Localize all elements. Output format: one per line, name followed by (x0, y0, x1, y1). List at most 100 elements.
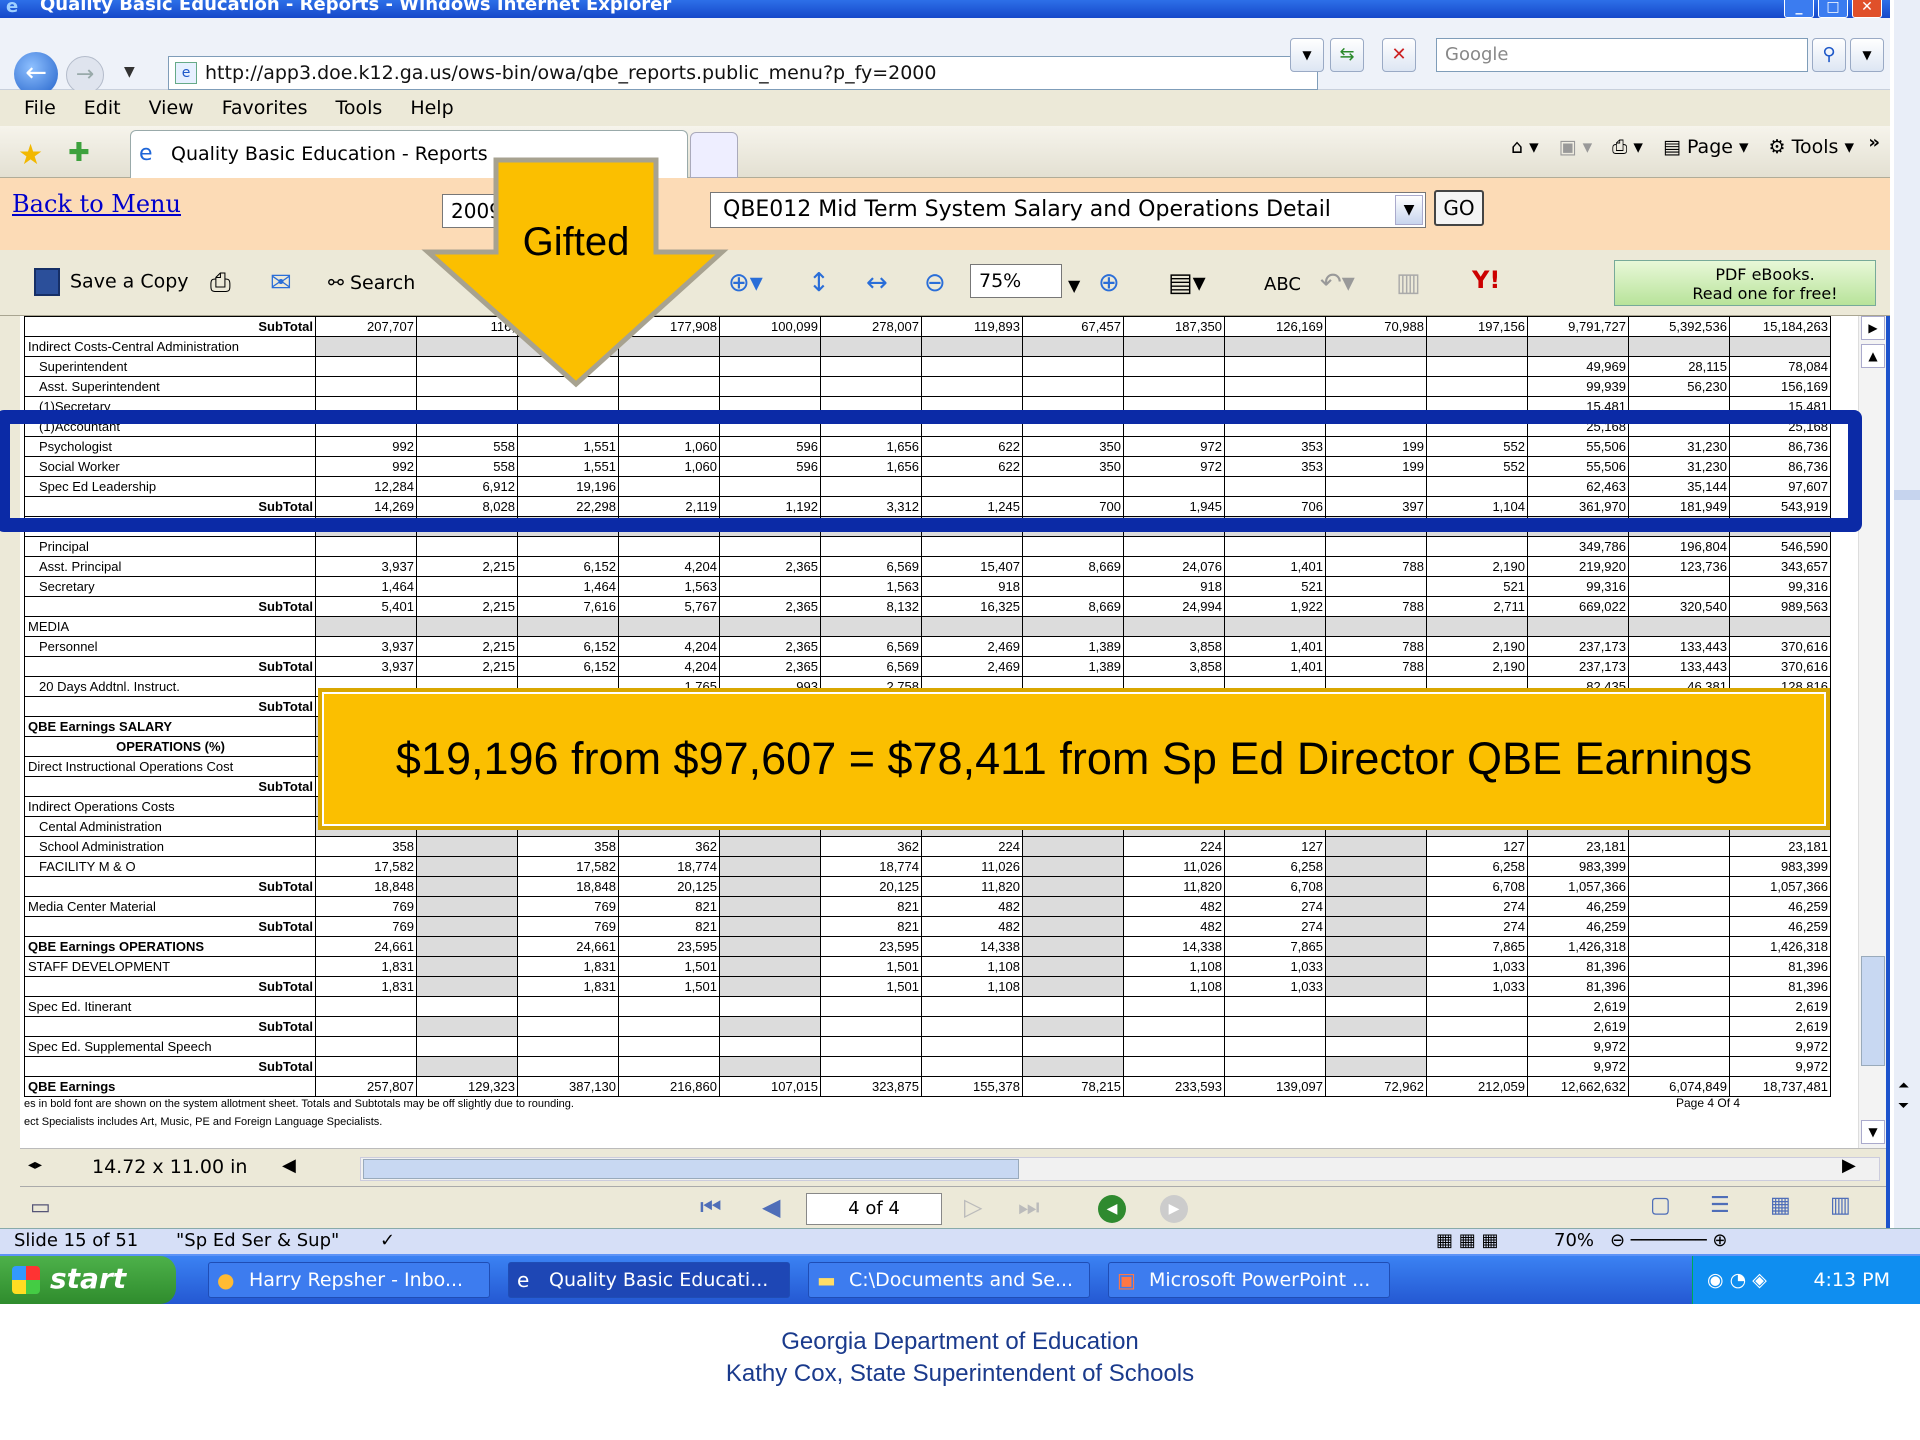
feeds-icon[interactable]: ▣ ▾ (1559, 136, 1593, 158)
add-favorite-icon[interactable]: ✚ (68, 138, 90, 168)
search-options-icon[interactable]: ▼ (1850, 38, 1884, 72)
menu-file[interactable]: File (0, 90, 70, 126)
table-row: SubTotal 9,972 9,972 (24, 1056, 1831, 1077)
menu-edit[interactable]: Edit (70, 90, 135, 126)
undo-icon[interactable]: ↶▾ (1320, 268, 1355, 298)
row-label: QBE Earnings (24, 1076, 316, 1097)
continuous-facing-icon[interactable]: ▥ (1830, 1193, 1851, 1218)
table-cell (517, 996, 619, 1017)
search-button[interactable]: ⚯ Search (328, 272, 415, 294)
print-icon[interactable]: ⎙ ▾ (1612, 136, 1643, 158)
first-page-icon[interactable]: ⏮ (700, 1193, 722, 1221)
zoom-out-icon[interactable]: ⊖ (924, 268, 946, 298)
email-icon[interactable]: ✉ (270, 268, 292, 298)
spellcheck-status-icon[interactable]: ✓ (380, 1229, 395, 1253)
powerpoint-status-bar: Slide 15 of 51 "Sp Ed Ser & Sup" ✓ ▦ ▦ ▦… (0, 1228, 1920, 1254)
report-select[interactable]: QBE012 Mid Term System Salary and Operat… (710, 192, 1426, 228)
table-cell: 362 (820, 836, 922, 857)
table-cell (416, 536, 518, 557)
back-view-icon[interactable]: ◀ (1098, 1195, 1126, 1223)
taskbar-item-ie[interactable]: e Quality Basic Educati... (508, 1262, 790, 1298)
menu-favorites[interactable]: Favorites (208, 90, 322, 126)
menu-view[interactable]: View (135, 90, 208, 126)
table-cell: 1,563 (820, 576, 922, 597)
zoom-slider[interactable]: ⊖ ─────── ⊕ (1610, 1229, 1727, 1253)
search-icon[interactable]: ⚲ (1812, 38, 1846, 72)
url-input[interactable]: e http://app3.doe.k12.ga.us/ows-bin/owa/… (168, 56, 1318, 90)
vertical-scrollbar[interactable]: ▶ ▲ ▼ (1858, 316, 1886, 1148)
table-cell: 1,108 (1123, 956, 1225, 977)
menu-help[interactable]: Help (396, 90, 467, 126)
pdf-ebooks-ad[interactable]: PDF eBooks. Read one for free! (1614, 260, 1876, 306)
home-icon[interactable]: ⌂ ▾ (1511, 136, 1539, 158)
stop-icon[interactable]: ✕ (1382, 38, 1416, 72)
spellcheck-icon[interactable]: ABC (1264, 274, 1301, 295)
refresh-icon[interactable]: ⇆ (1330, 38, 1364, 72)
page-menu[interactable]: ▤ Page ▾ (1663, 136, 1749, 158)
next-page-icon[interactable]: ▷ (964, 1193, 982, 1221)
tray-icons[interactable]: ◉ ◔ ◈ (1707, 1256, 1767, 1304)
table-cell: 24,661 (517, 936, 619, 957)
scroll-left-icon[interactable]: ◀ (282, 1155, 296, 1176)
scroll-right-arrow-icon[interactable]: ▶ (1861, 316, 1885, 340)
print-icon[interactable]: ⎙ (210, 268, 231, 299)
close-button[interactable]: ✕ (1852, 0, 1882, 18)
zoom-dropdown-icon[interactable]: ▼ (1068, 276, 1080, 295)
url-dropdown-icon[interactable]: ▼ (1290, 38, 1324, 72)
table-cell: 2,619 (1527, 996, 1629, 1017)
back-to-menu-link[interactable]: Back to Menu (12, 190, 181, 218)
horizontal-scrollbar-thumb[interactable] (363, 1159, 1019, 1179)
continuous-icon[interactable]: ☰ (1710, 1193, 1730, 1218)
facing-icon[interactable]: ▦ (1770, 1193, 1791, 1218)
table-cell: 1,033 (1224, 956, 1326, 977)
scrollbar-thumb[interactable] (1861, 956, 1885, 1066)
prev-slide-icon[interactable]: ⏶ (1898, 1078, 1909, 1094)
scroll-right-icon[interactable]: ▶ (1842, 1155, 1856, 1176)
yahoo-icon[interactable]: Y! (1472, 266, 1500, 294)
previous-page-icon[interactable]: ◀ (762, 1193, 780, 1221)
table-cell: 769 (517, 916, 619, 937)
forward-arrow-icon[interactable]: → (66, 56, 104, 94)
start-button[interactable]: start (0, 1256, 176, 1304)
table-cell (315, 536, 417, 557)
zoom-select[interactable]: 75% (970, 264, 1062, 298)
row-label: SubTotal (24, 916, 316, 937)
go-button[interactable]: GO (1434, 190, 1484, 226)
minimize-button[interactable]: _ (1784, 0, 1814, 18)
single-page-icon[interactable]: ▢ (1650, 1193, 1671, 1218)
maximize-button[interactable]: □ (1818, 0, 1848, 18)
table-cell: 320,540 (1628, 596, 1730, 617)
ppt-scroll-thumb[interactable] (1894, 490, 1920, 500)
history-dropdown-icon[interactable]: ▼ (124, 64, 135, 80)
save-copy-button[interactable]: Save a Copy (34, 268, 189, 296)
fit-width-icon[interactable]: ↔ (866, 268, 888, 298)
menu-tools[interactable]: Tools (322, 90, 397, 126)
taskbar-item-email[interactable]: ● Harry Repsher - Inbo... (208, 1262, 490, 1298)
chevron-more-icon[interactable]: » (1868, 132, 1880, 153)
tools-menu[interactable]: ⚙ Tools ▾ (1769, 136, 1854, 158)
taskbar-item-powerpoint[interactable]: ▣ Microsoft PowerPoint ... (1108, 1262, 1390, 1298)
table-cell: 983,399 (1527, 856, 1629, 877)
last-page-icon[interactable]: ⏭ (1018, 1193, 1040, 1221)
search-input[interactable]: Google (1436, 38, 1808, 72)
collapse-icon[interactable]: ◂▸ (28, 1157, 42, 1173)
table-cell (416, 1036, 518, 1057)
favorites-star-icon[interactable]: ★ (18, 138, 43, 171)
forward-view-icon[interactable]: ▶ (1160, 1195, 1188, 1223)
next-slide-icon[interactable]: ⏷ (1898, 1098, 1909, 1114)
pages-panel-icon[interactable]: ▭ (30, 1195, 51, 1220)
view-buttons-icon[interactable]: ▦ ▦ ▦ (1436, 1229, 1498, 1253)
fit-height-icon[interactable]: ↕ (808, 268, 830, 298)
row-label: QBE Earnings SALARY (24, 716, 316, 737)
scroll-up-arrow-icon[interactable]: ▲ (1861, 344, 1885, 368)
chevron-down-icon[interactable]: ▼ (1395, 195, 1423, 225)
document-icon[interactable]: ▤▾ (1168, 268, 1206, 298)
page-number-input[interactable]: 4 of 4 (806, 1193, 942, 1225)
zoom-plus-icon[interactable]: ⊕ (1098, 268, 1120, 298)
copy-icon[interactable]: ▥ (1396, 268, 1421, 298)
table-cell: 127 (1426, 836, 1528, 857)
zoom-in-icon[interactable]: ⊕▾ (728, 268, 763, 298)
taskbar-item-explorer[interactable]: ▬ C:\Documents and Se... (808, 1262, 1090, 1298)
horizontal-scrollbar[interactable] (360, 1157, 1880, 1181)
scroll-down-arrow-icon[interactable]: ▼ (1861, 1120, 1885, 1144)
